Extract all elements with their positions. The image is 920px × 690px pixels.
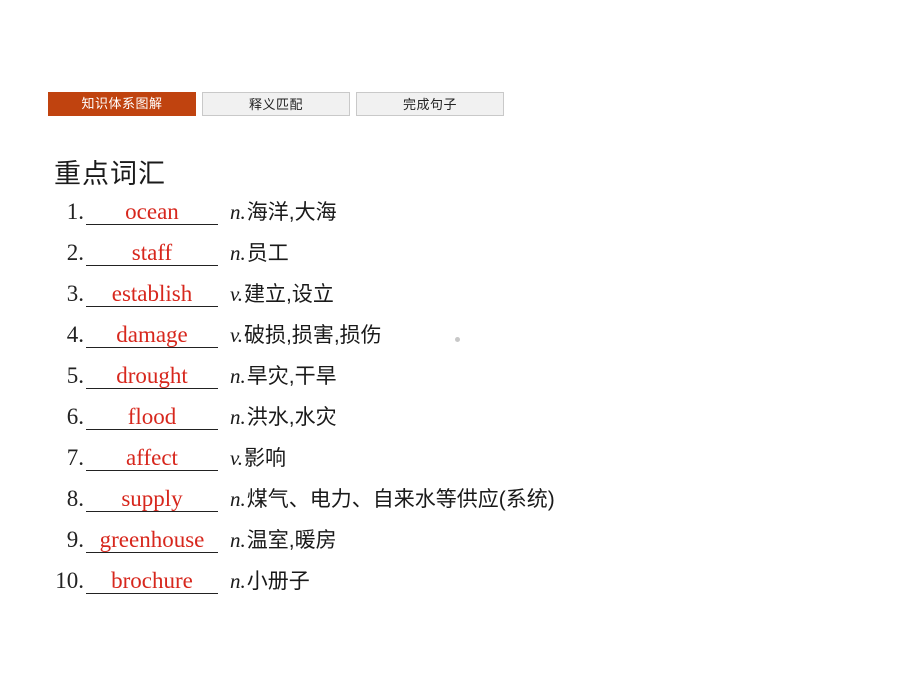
list-item: 9. greenhouse n.温室,暖房 [54, 524, 874, 565]
definition-text: n.员工 [230, 237, 289, 267]
item-number: 6. [66, 404, 84, 429]
tab-definition-match[interactable]: 释义匹配 [202, 92, 350, 116]
answer-blank[interactable]: staff [86, 240, 218, 267]
definition-chinese: 员工 [246, 242, 289, 265]
list-item: 2. staff n.员工 [54, 237, 874, 278]
answer-text: drought [116, 363, 188, 388]
list-item: 3. establish v.建立,设立 [54, 278, 874, 319]
part-of-speech: v. [230, 282, 244, 306]
item-number: 7. [66, 445, 84, 470]
definition-chinese: 影响 [244, 447, 287, 470]
answer-blank[interactable]: affect [86, 445, 218, 472]
definition-text: n.小册子 [230, 565, 310, 595]
tab-bar: 知识体系图解 释义匹配 完成句子 [48, 92, 504, 116]
item-number: 1. [66, 199, 84, 224]
part-of-speech: n. [230, 405, 246, 429]
answer-blank[interactable]: establish [86, 281, 218, 308]
answer-text: staff [131, 240, 173, 265]
part-of-speech: n. [230, 528, 246, 552]
definition-chinese: 小册子 [246, 570, 310, 593]
part-of-speech: v. [230, 323, 244, 347]
answer-text: flood [127, 404, 177, 429]
part-of-speech: n. [230, 200, 246, 224]
part-of-speech: n. [230, 364, 246, 388]
answer-text: ocean [125, 199, 179, 224]
item-number: 9. [66, 527, 84, 552]
answer-blank[interactable]: damage [86, 322, 218, 349]
answer-blank[interactable]: drought [86, 363, 218, 390]
definition-text: n.旱灾,干旱 [230, 360, 337, 390]
definition-chinese: 洪水,水灾 [246, 406, 337, 429]
tab-complete-sentences[interactable]: 完成句子 [356, 92, 504, 116]
answer-text: greenhouse [99, 527, 205, 552]
part-of-speech: n. [230, 569, 246, 593]
definition-chinese: 破损,损害,损伤 [244, 324, 382, 347]
list-item: 5. drought n.旱灾,干旱 [54, 360, 874, 401]
definition-chinese: 建立,设立 [244, 283, 334, 306]
answer-blank[interactable]: ocean [86, 199, 218, 226]
answer-blank[interactable]: supply [86, 486, 218, 513]
tab-label: 释义匹配 [248, 97, 303, 112]
answer-text: damage [116, 322, 188, 347]
definition-text: n.温室,暖房 [230, 524, 337, 554]
definition-chinese: 煤气、电力、自来水等供应(系统) [246, 488, 555, 511]
list-item: 7. affect v.影响 [54, 442, 874, 483]
decorative-dot [455, 337, 460, 342]
item-number: 2. [66, 240, 84, 265]
list-item: 1. ocean n.海洋,大海 [54, 196, 874, 237]
answer-text: establish [111, 281, 193, 306]
definition-chinese: 海洋,大海 [246, 201, 337, 224]
item-number: 5. [66, 363, 84, 388]
part-of-speech: n. [230, 241, 246, 265]
item-number: 8. [66, 486, 84, 511]
list-item: 10. brochure n.小册子 [54, 565, 874, 606]
definition-chinese: 温室,暖房 [246, 529, 337, 552]
answer-blank[interactable]: greenhouse [86, 527, 218, 554]
item-number: 10. [55, 568, 84, 593]
item-number: 4. [66, 322, 84, 347]
page-title: 重点词汇 [54, 159, 166, 189]
definition-text: n.煤气、电力、自来水等供应(系统) [230, 483, 555, 513]
answer-text: supply [121, 486, 183, 511]
part-of-speech: n. [230, 487, 246, 511]
tab-knowledge-diagram[interactable]: 知识体系图解 [48, 92, 196, 116]
definition-text: v.建立,设立 [230, 278, 334, 308]
tab-label: 知识体系图解 [81, 96, 163, 111]
answer-text: brochure [111, 568, 193, 593]
definition-text: n.洪水,水灾 [230, 401, 337, 431]
list-item: 8. supply n.煤气、电力、自来水等供应(系统) [54, 483, 874, 524]
definition-text: n.海洋,大海 [230, 196, 337, 226]
answer-blank[interactable]: brochure [86, 568, 218, 595]
definition-chinese: 旱灾,干旱 [246, 365, 337, 388]
definition-text: v.影响 [230, 442, 286, 472]
definition-text: v.破损,损害,损伤 [230, 319, 382, 349]
part-of-speech: v. [230, 446, 244, 470]
tab-label: 完成句子 [402, 97, 457, 112]
answer-text: affect [126, 445, 178, 470]
vocabulary-list: 1. ocean n.海洋,大海 2. staff n.员工 3. establ… [54, 196, 874, 606]
answer-blank[interactable]: flood [86, 404, 218, 431]
item-number: 3. [66, 281, 84, 306]
list-item: 4. damage v.破损,损害,损伤 [54, 319, 874, 360]
list-item: 6. flood n.洪水,水灾 [54, 401, 874, 442]
